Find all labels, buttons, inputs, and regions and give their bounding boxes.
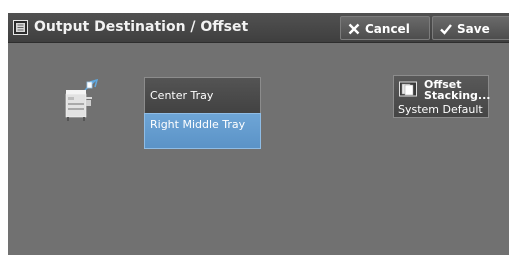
cancel-label: Cancel <box>365 22 410 36</box>
main-panel: Output Destination / Offset Cancel Save <box>8 13 509 255</box>
offset-stacking-button[interactable]: Offset Stacking... System Default <box>393 75 491 118</box>
option-right-middle-tray[interactable]: Right Middle Tray <box>144 113 261 149</box>
save-label: Save <box>457 22 490 36</box>
offset-stack-icon <box>399 81 417 97</box>
printer-output-icon <box>65 79 99 121</box>
save-button[interactable]: Save <box>432 16 509 40</box>
cancel-button[interactable]: Cancel <box>340 16 430 40</box>
title-bar: Output Destination / Offset Cancel Save <box>8 13 509 43</box>
offset-stacking-label: Offset Stacking... <box>424 78 491 102</box>
screen: Output Destination / Offset Cancel Save <box>0 0 509 255</box>
option-label: Right Middle Tray <box>150 118 246 131</box>
document-icon <box>13 20 28 35</box>
close-icon <box>348 23 360 35</box>
option-center-tray[interactable]: Center Tray <box>144 77 261 114</box>
offset-stacking-value: System Default <box>398 103 483 116</box>
checkmark-icon <box>440 24 452 35</box>
option-label: Center Tray <box>150 89 214 102</box>
page-title: Output Destination / Offset <box>34 19 249 35</box>
